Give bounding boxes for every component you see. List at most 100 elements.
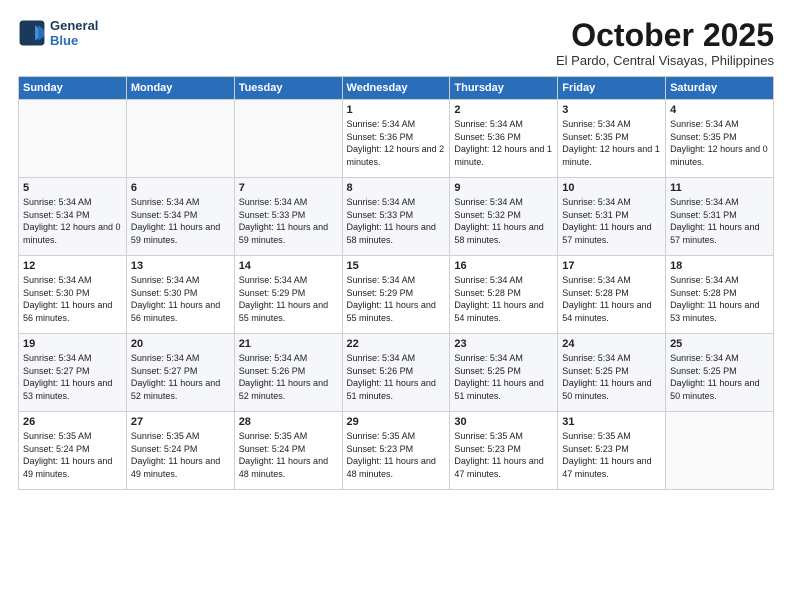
calendar-cell: 5 Sunrise: 5:34 AM Sunset: 5:34 PM Daylig… (19, 178, 127, 256)
day-number: 21 (239, 338, 338, 350)
day-number: 8 (347, 182, 446, 194)
calendar-cell: 20 Sunrise: 5:34 AM Sunset: 5:27 PM Dayli… (126, 334, 234, 412)
day-number: 18 (670, 260, 769, 272)
calendar-cell: 31Sunrise: 5:35 AM Sunset: 5:23 PM Dayli… (558, 412, 666, 490)
calendar-cell: 2 Sunrise: 5:34 AM Sunset: 5:36 PM Daylig… (450, 100, 558, 178)
calendar-cell: 17 Sunrise: 5:34 AM Sunset: 5:28 PM Dayli… (558, 256, 666, 334)
month-title: October 2025 (556, 18, 774, 53)
day-number: 7 (239, 182, 338, 194)
logo-icon (18, 19, 46, 47)
calendar-cell: 15Sunrise: 5:34 AM Sunset: 5:29 PM Dayli… (342, 256, 450, 334)
day-info: Sunrise: 5:34 AM Sunset: 5:25 PM Dayligh… (562, 352, 661, 402)
calendar-cell: 11 Sunrise: 5:34 AM Sunset: 5:31 PM Dayli… (666, 178, 774, 256)
day-number: 20 (131, 338, 230, 350)
week-row-5: 26 Sunrise: 5:35 AM Sunset: 5:24 PM Dayli… (19, 412, 774, 490)
day-info: Sunrise: 5:35 AM Sunset: 5:23 PM Dayligh… (454, 430, 553, 480)
day-number: 11 (670, 182, 769, 194)
calendar-cell (234, 100, 342, 178)
weekday-header-saturday: Saturday (666, 77, 774, 100)
day-info: Sunrise: 5:34 AM Sunset: 5:36 PM Dayligh… (454, 118, 553, 168)
day-info: Sunrise: 5:34 AM Sunset: 5:34 PM Dayligh… (131, 196, 230, 246)
calendar-cell: 24 Sunrise: 5:34 AM Sunset: 5:25 PM Dayli… (558, 334, 666, 412)
calendar-cell: 23 Sunrise: 5:34 AM Sunset: 5:25 PM Dayli… (450, 334, 558, 412)
calendar-cell: 6 Sunrise: 5:34 AM Sunset: 5:34 PM Daylig… (126, 178, 234, 256)
day-number: 5 (23, 182, 122, 194)
calendar-cell: 22 Sunrise: 5:34 AM Sunset: 5:26 PM Dayli… (342, 334, 450, 412)
day-info: Sunrise: 5:34 AM Sunset: 5:29 PM Dayligh… (239, 274, 338, 324)
weekday-header-friday: Friday (558, 77, 666, 100)
day-number: 25 (670, 338, 769, 350)
day-info: Sunrise: 5:35 AM Sunset: 5:24 PM Dayligh… (239, 430, 338, 480)
day-info: Sunrise: 5:34 AM Sunset: 5:32 PM Dayligh… (454, 196, 553, 246)
calendar-cell: 8 Sunrise: 5:34 AM Sunset: 5:33 PM Daylig… (342, 178, 450, 256)
day-number: 30 (454, 416, 553, 428)
calendar-cell (666, 412, 774, 490)
day-number: 29 (347, 416, 446, 428)
day-info: Sunrise: 5:34 AM Sunset: 5:25 PM Dayligh… (670, 352, 769, 402)
day-number: 26 (23, 416, 122, 428)
calendar-cell: 25 Sunrise: 5:34 AM Sunset: 5:25 PM Dayli… (666, 334, 774, 412)
calendar-cell: 7 Sunrise: 5:34 AM Sunset: 5:33 PM Daylig… (234, 178, 342, 256)
header: General Blue October 2025 El Pardo, Cent… (18, 18, 774, 68)
day-info: Sunrise: 5:34 AM Sunset: 5:27 PM Dayligh… (131, 352, 230, 402)
calendar-cell: 29 Sunrise: 5:35 AM Sunset: 5:23 PM Dayli… (342, 412, 450, 490)
day-info: Sunrise: 5:35 AM Sunset: 5:24 PM Dayligh… (23, 430, 122, 480)
calendar-table: SundayMondayTuesdayWednesdayThursdayFrid… (18, 76, 774, 490)
calendar-cell: 18Sunrise: 5:34 AM Sunset: 5:28 PM Dayli… (666, 256, 774, 334)
calendar-cell: 3 Sunrise: 5:34 AM Sunset: 5:35 PM Daylig… (558, 100, 666, 178)
day-info: Sunrise: 5:34 AM Sunset: 5:30 PM Dayligh… (131, 274, 230, 324)
calendar-cell (19, 100, 127, 178)
day-info: Sunrise: 5:34 AM Sunset: 5:28 PM Dayligh… (562, 274, 661, 324)
day-info: Sunrise: 5:34 AM Sunset: 5:31 PM Dayligh… (670, 196, 769, 246)
day-number: 13 (131, 260, 230, 272)
day-number: 9 (454, 182, 553, 194)
day-number: 3 (562, 104, 661, 116)
logo: General Blue (18, 18, 98, 48)
logo-text: General Blue (50, 18, 98, 48)
day-info: Sunrise: 5:34 AM Sunset: 5:27 PM Dayligh… (23, 352, 122, 402)
title-block: October 2025 El Pardo, Central Visayas, … (556, 18, 774, 68)
calendar-cell: 12 Sunrise: 5:34 AM Sunset: 5:30 PM Dayli… (19, 256, 127, 334)
day-info: Sunrise: 5:34 AM Sunset: 5:26 PM Dayligh… (239, 352, 338, 402)
day-number: 24 (562, 338, 661, 350)
day-info: Sunrise: 5:34 AM Sunset: 5:34 PM Dayligh… (23, 196, 122, 246)
day-info: Sunrise: 5:35 AM Sunset: 5:23 PM Dayligh… (562, 430, 661, 480)
day-info: Sunrise: 5:34 AM Sunset: 5:28 PM Dayligh… (454, 274, 553, 324)
day-number: 22 (347, 338, 446, 350)
calendar-cell: 28Sunrise: 5:35 AM Sunset: 5:24 PM Dayli… (234, 412, 342, 490)
weekday-header-row: SundayMondayTuesdayWednesdayThursdayFrid… (19, 77, 774, 100)
calendar-cell: 4Sunrise: 5:34 AM Sunset: 5:35 PM Daylig… (666, 100, 774, 178)
calendar-cell: 21 Sunrise: 5:34 AM Sunset: 5:26 PM Dayli… (234, 334, 342, 412)
day-number: 17 (562, 260, 661, 272)
week-row-3: 12 Sunrise: 5:34 AM Sunset: 5:30 PM Dayli… (19, 256, 774, 334)
day-info: Sunrise: 5:34 AM Sunset: 5:33 PM Dayligh… (239, 196, 338, 246)
day-number: 6 (131, 182, 230, 194)
calendar-container: General Blue October 2025 El Pardo, Cent… (0, 0, 792, 500)
weekday-header-sunday: Sunday (19, 77, 127, 100)
day-info: Sunrise: 5:34 AM Sunset: 5:36 PM Dayligh… (347, 118, 446, 168)
calendar-cell: 19Sunrise: 5:34 AM Sunset: 5:27 PM Dayli… (19, 334, 127, 412)
weekday-header-tuesday: Tuesday (234, 77, 342, 100)
day-number: 23 (454, 338, 553, 350)
day-number: 15 (347, 260, 446, 272)
day-info: Sunrise: 5:34 AM Sunset: 5:30 PM Dayligh… (23, 274, 122, 324)
location: El Pardo, Central Visayas, Philippines (556, 53, 774, 68)
day-number: 4 (670, 104, 769, 116)
day-number: 14 (239, 260, 338, 272)
calendar-cell: 10Sunrise: 5:34 AM Sunset: 5:31 PM Dayli… (558, 178, 666, 256)
calendar-cell: 9 Sunrise: 5:34 AM Sunset: 5:32 PM Daylig… (450, 178, 558, 256)
day-number: 12 (23, 260, 122, 272)
calendar-cell: 1Sunrise: 5:34 AM Sunset: 5:36 PM Daylig… (342, 100, 450, 178)
weekday-header-thursday: Thursday (450, 77, 558, 100)
day-info: Sunrise: 5:34 AM Sunset: 5:26 PM Dayligh… (347, 352, 446, 402)
day-number: 2 (454, 104, 553, 116)
day-info: Sunrise: 5:35 AM Sunset: 5:23 PM Dayligh… (347, 430, 446, 480)
calendar-cell: 27Sunrise: 5:35 AM Sunset: 5:24 PM Dayli… (126, 412, 234, 490)
day-info: Sunrise: 5:35 AM Sunset: 5:24 PM Dayligh… (131, 430, 230, 480)
day-number: 10 (562, 182, 661, 194)
day-info: Sunrise: 5:34 AM Sunset: 5:33 PM Dayligh… (347, 196, 446, 246)
day-info: Sunrise: 5:34 AM Sunset: 5:25 PM Dayligh… (454, 352, 553, 402)
weekday-header-monday: Monday (126, 77, 234, 100)
day-info: Sunrise: 5:34 AM Sunset: 5:35 PM Dayligh… (562, 118, 661, 168)
week-row-1: 1Sunrise: 5:34 AM Sunset: 5:36 PM Daylig… (19, 100, 774, 178)
